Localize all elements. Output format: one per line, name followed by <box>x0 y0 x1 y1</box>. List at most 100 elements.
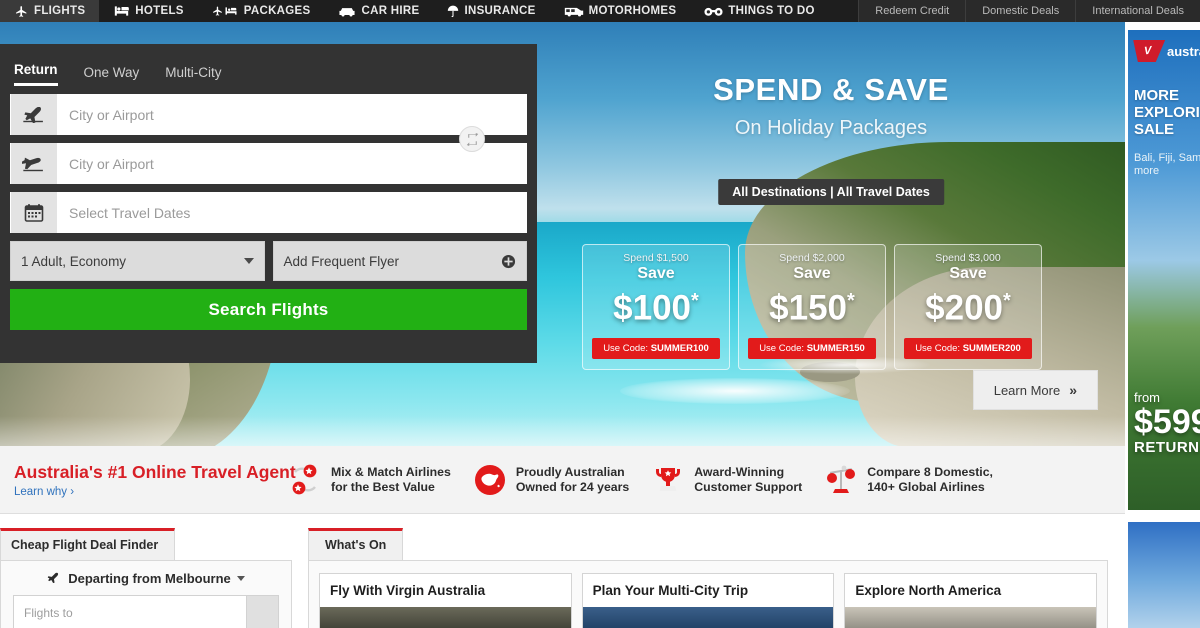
nav-label-hotels: HOTELS <box>135 5 184 17</box>
offer-promo-code: Use Code: SUMMER200 <box>904 338 1032 359</box>
deal-finder-tabstrip: Cheap Flight Deal Finder <box>0 528 292 560</box>
plane-bed-icon <box>212 5 239 17</box>
secondary-nav: Redeem Credit Domestic Deals Internation… <box>858 0 1200 22</box>
destination-field-row: City or Airport <box>10 143 527 184</box>
flights-to-input[interactable]: Flights to <box>13 595 279 628</box>
card-thumbnail <box>320 607 571 628</box>
primary-nav: FLIGHTS HOTELS PACKAGES CAR HIRE INSURAN… <box>0 0 829 22</box>
trust-item: Proudly Australian Owned for 24 years <box>473 463 651 497</box>
cheap-flight-deal-finder-panel: Cheap Flight Deal Finder Departing from … <box>0 528 292 628</box>
nav-label-flights: FLIGHTS <box>34 5 86 17</box>
trust-item-text: Award-Winning Customer Support <box>694 464 803 494</box>
destination-input[interactable]: City or Airport <box>10 143 527 184</box>
chevron-down-icon <box>243 258 254 264</box>
card-thumbnail <box>845 607 1097 628</box>
offer-spend-threshold: Spend $3,000 <box>935 252 1001 264</box>
search-flights-button[interactable]: Search Flights <box>10 289 527 330</box>
origin-input[interactable]: City or Airport <box>10 94 527 135</box>
offer-save-label: Save <box>793 265 831 282</box>
passengers-select[interactable]: 1 Adult, Economy <box>10 241 265 281</box>
tab-whats-on[interactable]: What's On <box>308 528 404 560</box>
swap-icon[interactable] <box>459 126 485 152</box>
offer-promo-code: Use Code: SUMMER100 <box>592 338 720 359</box>
plus-circle-icon <box>501 254 516 269</box>
flights-to-dropdown-button[interactable] <box>246 596 278 628</box>
passenger-and-ff-row: 1 Adult, Economy Add Frequent Flyer <box>10 241 527 281</box>
trust-bar: Australia's #1 Online Travel Agent Learn… <box>0 446 1125 514</box>
trust-headline-block: Australia's #1 Online Travel Agent Learn… <box>0 461 296 498</box>
whats-on-card[interactable]: Fly With Virgin Australia <box>319 573 572 628</box>
motorhome-icon <box>564 5 584 17</box>
trust-item-text: Compare 8 Domestic, 140+ Global Airlines <box>867 464 993 494</box>
learn-more-button[interactable]: Learn More » <box>972 370 1098 410</box>
trophy-icon <box>651 463 685 497</box>
passengers-value: 1 Adult, Economy <box>21 253 127 269</box>
right-ad-rail: V australia MOREEXPLORINGSALE Bali, Fiji… <box>1125 22 1200 628</box>
frequent-flyer-field[interactable]: Add Frequent Flyer <box>272 241 527 281</box>
trust-item-text: Proudly Australian Owned for 24 years <box>515 464 630 494</box>
nav-label-redeem-credit: Redeem Credit <box>875 5 950 17</box>
scales-icon <box>824 463 858 497</box>
whats-on-card-list: Fly With Virgin Australia Plan Your Mult… <box>309 561 1107 628</box>
virgin-logo-icon: V australia <box>1132 40 1200 62</box>
nav-item-domestic-deals[interactable]: Domestic Deals <box>965 0 1076 22</box>
card-thumbnail <box>582 607 834 628</box>
trust-item-text: Mix & Match Airlines for the Best Value <box>331 464 451 494</box>
nav-item-insurance[interactable]: INSURANCE <box>433 0 549 22</box>
trust-item: Award-Winning Customer Support <box>651 463 824 497</box>
departing-from-selector[interactable]: Departing from Melbourne <box>13 571 279 586</box>
tab-multi-city[interactable]: Multi-City <box>165 65 221 86</box>
trust-headline: Australia's #1 Online Travel Agent <box>14 461 296 482</box>
nav-label-car-hire: CAR HIRE <box>361 5 420 17</box>
offer-spend-threshold: Spend $2,000 <box>779 252 845 264</box>
flights-to-placeholder: Flights to <box>24 606 73 620</box>
ad-headline: MOREEXPLORINGSALE <box>1134 87 1200 138</box>
promo-offer-card[interactable]: Spend $1,500 Save $100* Use Code: SUMMER… <box>582 244 730 370</box>
nav-item-motorhomes[interactable]: MOTORHOMES <box>550 0 691 22</box>
nav-item-flights[interactable]: FLIGHTS <box>0 0 100 22</box>
offer-save-label: Save <box>637 265 675 282</box>
offer-amount: $150* <box>769 288 855 328</box>
learn-more-label: Learn More <box>993 382 1061 398</box>
plane-landing-icon <box>11 143 57 184</box>
nav-item-redeem-credit[interactable]: Redeem Credit <box>858 0 966 22</box>
offer-amount: $200* <box>925 288 1011 328</box>
nav-item-packages[interactable]: PACKAGES <box>198 0 325 22</box>
chevron-right-icon: » <box>1069 382 1077 398</box>
bottom-panels: Cheap Flight Deal Finder Departing from … <box>0 514 1125 628</box>
ad-price: $599 <box>1134 403 1200 441</box>
virgin-australia-ad[interactable]: V australia MOREEXPLORINGSALE Bali, Fiji… <box>1128 30 1200 510</box>
nav-label-insurance: INSURANCE <box>464 5 536 17</box>
ad-return-label: RETURN <box>1134 439 1200 456</box>
tab-one-way[interactable]: One Way <box>84 65 140 86</box>
whats-on-card[interactable]: Explore North America <box>844 573 1098 628</box>
trust-item: Mix & Match Airlines for the Best Value <box>288 463 473 497</box>
whats-on-body: Fly With Virgin Australia Plan Your Mult… <box>308 560 1108 628</box>
binoculars-icon <box>704 6 723 17</box>
nav-item-things-to-do[interactable]: THINGS TO DO <box>690 0 828 22</box>
learn-why-link[interactable]: Learn why › <box>14 486 288 498</box>
page-root: FLIGHTS HOTELS PACKAGES CAR HIRE INSURAN… <box>0 0 1200 628</box>
dates-field-row: Select Travel Dates <box>10 192 527 233</box>
umbrella-icon <box>447 5 459 18</box>
calendar-icon <box>11 192 57 233</box>
plane-icon <box>47 571 62 586</box>
tab-cheap-flight-deal-finder[interactable]: Cheap Flight Deal Finder <box>0 528 176 560</box>
nav-label-domestic-deals: Domestic Deals <box>982 5 1060 17</box>
promo-offer-card[interactable]: Spend $3,000 Save $200* Use Code: SUMMER… <box>894 244 1042 370</box>
whats-on-card[interactable]: Plan Your Multi-City Trip <box>581 573 835 628</box>
flight-search-widget: Return One Way Multi-City City or Airpor… <box>0 44 537 363</box>
bed-icon <box>113 5 130 17</box>
offer-promo-code: Use Code: SUMMER150 <box>748 338 876 359</box>
promo-offer-card[interactable]: Spend $2,000 Save $150* Use Code: SUMMER… <box>738 244 886 370</box>
travel-dates-input[interactable]: Select Travel Dates <box>10 192 527 233</box>
nav-item-hotels[interactable]: HOTELS <box>99 0 197 22</box>
nav-item-international-deals[interactable]: International Deals <box>1075 0 1200 22</box>
plane-icon <box>14 5 29 18</box>
frequent-flyer-label: Add Frequent Flyer <box>283 253 400 269</box>
nav-item-car-hire[interactable]: CAR HIRE <box>324 0 433 22</box>
tab-return[interactable]: Return <box>14 62 58 86</box>
trip-type-tabs: Return One Way Multi-City <box>10 56 527 86</box>
secondary-ad[interactable] <box>1128 522 1200 628</box>
card-title: Explore North America <box>855 583 1002 598</box>
